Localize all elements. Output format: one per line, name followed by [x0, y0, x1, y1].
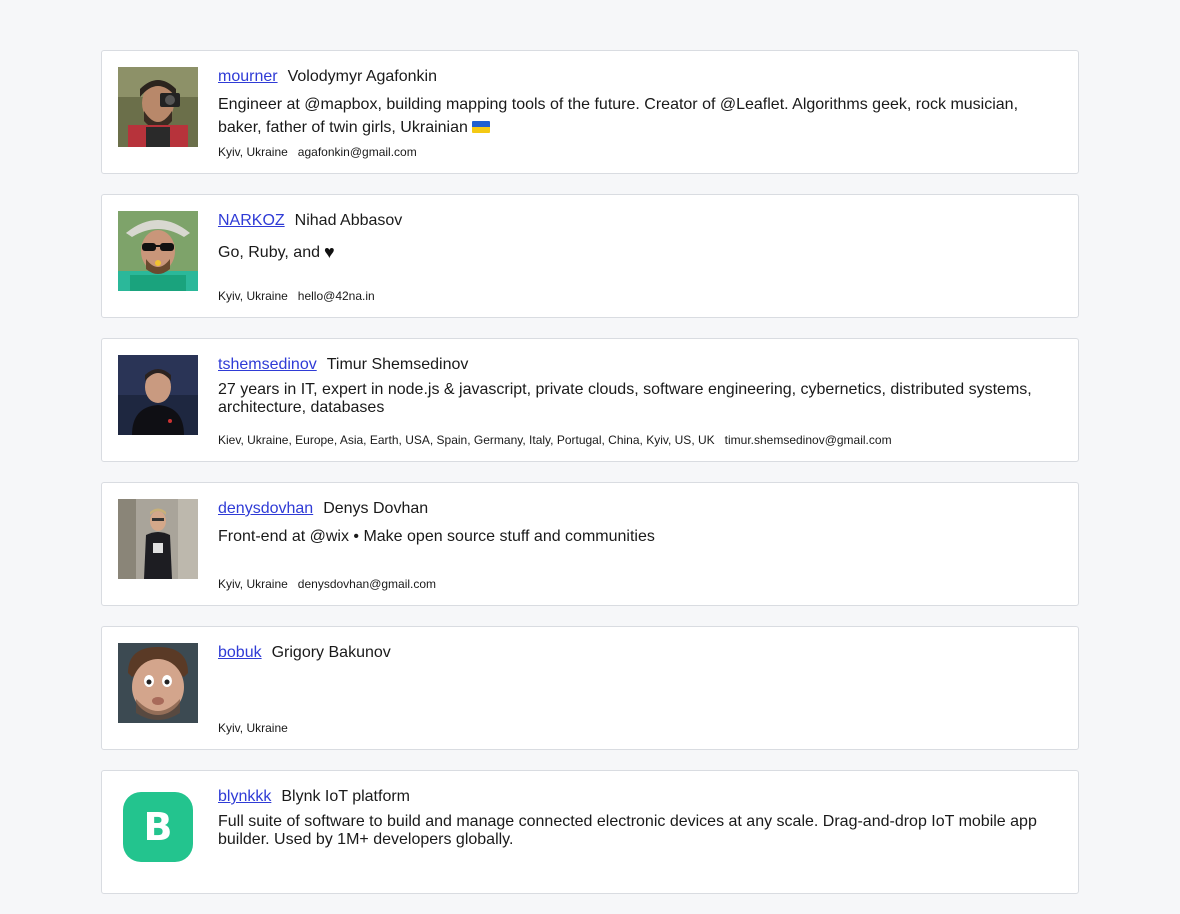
user-email: hello@42na.in	[297, 289, 375, 303]
user-email: agafonkin@gmail.com	[297, 145, 417, 159]
user-location: Kiev, Ukraine, Europe, Asia, Earth, USA,…	[218, 433, 715, 447]
user-full-name: Nihad Abbasov	[294, 212, 403, 229]
user-login-link[interactable]: NARKOZ	[218, 212, 285, 229]
user-login-link[interactable]: tshemsedinov	[218, 356, 317, 373]
user-bio: Engineer at @mapbox, building mapping to…	[218, 93, 1062, 139]
name-row: mourner Volodymyr Agafonkin	[218, 67, 1062, 87]
user-list: mourner Volodymyr Agafonkin Engineer at @…	[101, 50, 1079, 914]
user-info: tshemsedinov Timur Shemsedinov 27 years i…	[218, 355, 1062, 447]
user-login-link[interactable]: denysdovhan	[218, 500, 313, 517]
user-location: Kyiv, Ukraine	[218, 145, 288, 159]
avatar[interactable]	[118, 67, 198, 147]
user-full-name: Denys Dovhan	[323, 500, 429, 517]
user-card: mourner Volodymyr Agafonkin Engineer at @…	[101, 50, 1079, 174]
avatar[interactable]	[118, 355, 198, 435]
user-bio: Go, Ruby, and ♥	[218, 241, 1062, 264]
user-email: denysdovhan@gmail.com	[297, 577, 437, 591]
user-info: NARKOZ Nihad Abbasov Go, Ruby, and ♥ Kyiv,…	[218, 211, 1062, 303]
black-heart-icon: ♥	[323, 242, 335, 262]
user-login-link[interactable]: blynkkk	[218, 788, 271, 805]
user-bio-text: Go, Ruby, and	[218, 244, 320, 261]
user-login-link[interactable]: bobuk	[218, 644, 262, 661]
user-card: denysdovhan Denys Dovhan Front-end at @wi…	[101, 482, 1079, 606]
name-row: NARKOZ Nihad Abbasov	[218, 211, 1062, 231]
user-meta: Kyiv, Ukraine denysdovhan@gmail.com	[218, 577, 1062, 591]
avatar-letter: B	[144, 805, 173, 849]
name-row: bobuk Grigory Bakunov	[218, 643, 1062, 663]
avatar[interactable]	[118, 499, 198, 579]
ukraine-flag-icon	[471, 121, 490, 133]
user-full-name: Grigory Bakunov	[271, 644, 391, 661]
user-full-name: Timur Shemsedinov	[326, 356, 469, 373]
user-email: timur.shemsedinov@gmail.com	[724, 433, 892, 447]
avatar-image	[118, 499, 198, 579]
user-info: denysdovhan Denys Dovhan Front-end at @wi…	[218, 499, 1062, 591]
name-row: blynkkk Blynk IoT platform	[218, 787, 1062, 807]
user-location: Kyiv, Ukraine	[218, 289, 288, 303]
user-card: bobuk Grigory Bakunov Kyiv, Ukraine	[101, 626, 1079, 750]
user-location: Kyiv, Ukraine	[218, 721, 288, 735]
user-card: NARKOZ Nihad Abbasov Go, Ruby, and ♥ Kyiv,…	[101, 194, 1079, 318]
user-bio: Front-end at @wix • Make open source stu…	[218, 528, 655, 545]
user-bio-text: Engineer at @mapbox, building mapping to…	[218, 96, 1019, 136]
user-card: B blynkkk Blynk IoT platform Full suite o…	[101, 770, 1079, 894]
user-meta: Kiev, Ukraine, Europe, Asia, Earth, USA,…	[218, 433, 1062, 447]
user-meta: Kyiv, Ukraine	[218, 721, 1062, 735]
avatar-image	[118, 67, 198, 147]
user-info: mourner Volodymyr Agafonkin Engineer at @…	[218, 67, 1062, 159]
avatar-image	[118, 355, 198, 435]
user-location: Kyiv, Ukraine	[218, 577, 288, 591]
name-row: tshemsedinov Timur Shemsedinov	[218, 355, 1062, 375]
user-full-name: Volodymyr Agafonkin	[287, 68, 437, 85]
user-info: bobuk Grigory Bakunov Kyiv, Ukraine	[218, 643, 1062, 735]
user-info: blynkkk Blynk IoT platform Full suite of …	[218, 787, 1062, 879]
user-bio: 27 years in IT, expert in node.js & java…	[218, 381, 1032, 416]
avatar-image	[118, 643, 198, 723]
user-card: tshemsedinov Timur Shemsedinov 27 years i…	[101, 338, 1079, 462]
user-meta: Kyiv, Ukraine agafonkin@gmail.com	[218, 145, 1062, 159]
user-login-link[interactable]: mourner	[218, 68, 278, 85]
user-full-name: Blynk IoT platform	[281, 788, 410, 805]
avatar[interactable]	[118, 211, 198, 291]
user-meta: Kyiv, Ukraine hello@42na.in	[218, 289, 1062, 303]
avatar[interactable]: B	[118, 787, 198, 867]
name-row: denysdovhan Denys Dovhan	[218, 499, 1062, 519]
avatar-image: B	[118, 787, 198, 867]
avatar-image	[118, 211, 198, 291]
avatar[interactable]	[118, 643, 198, 723]
user-bio: Full suite of software to build and mana…	[218, 813, 1037, 848]
